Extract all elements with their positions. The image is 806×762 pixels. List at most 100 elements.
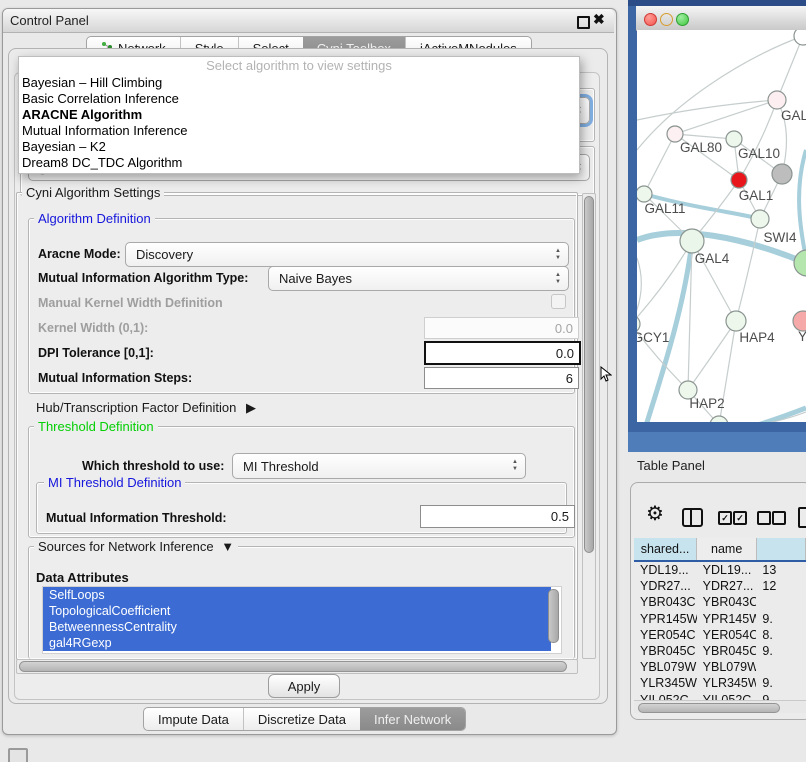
table-cell: 12 xyxy=(756,579,806,593)
network-node-swi4[interactable] xyxy=(751,210,769,228)
table-cell: YER054C xyxy=(697,628,757,642)
dropdown-item[interactable]: Dream8 DC_TDC Algorithm xyxy=(19,155,579,171)
table-cell: YPR145W xyxy=(634,612,697,626)
dropdown-item[interactable]: Bayesian – K2 xyxy=(19,139,579,155)
mi-type-combobox[interactable]: Naive Bayes ▲▼ xyxy=(268,266,569,291)
algorithm-definition-title: Algorithm Definition xyxy=(34,212,155,225)
table-panel-title: Table Panel xyxy=(637,458,705,473)
unchecked-checkbox-icon[interactable] xyxy=(757,511,771,525)
dpi-tolerance-label: DPI Tolerance [0,1]: xyxy=(38,346,154,360)
attribute-list-item[interactable]: gal4RGexp xyxy=(43,635,551,651)
table-cell: YDR27... xyxy=(697,579,757,593)
combo-arrows-icon: ▲▼ xyxy=(548,272,568,286)
table-cell: 8. xyxy=(756,628,806,642)
split-columns-icon[interactable] xyxy=(682,508,703,527)
table-cell: 9. xyxy=(756,676,806,690)
table-cell: 9. xyxy=(756,644,806,658)
settings-horizontal-scrollbar-thumb[interactable] xyxy=(19,661,567,672)
network-node-label: GCY1 xyxy=(633,330,670,345)
which-threshold-combobox[interactable]: MI Threshold ▲▼ xyxy=(232,453,526,479)
table-row[interactable]: YPR145WYPR145W9. xyxy=(634,611,806,627)
minimized-panel-icon[interactable] xyxy=(8,748,28,762)
network-node-label: GAL1 xyxy=(739,188,774,203)
network-node-gal10[interactable] xyxy=(726,131,742,147)
algorithm-dropdown-prompt: Select algorithm to view settings xyxy=(19,57,579,75)
network-node-gal4[interactable] xyxy=(680,229,704,253)
close-window-icon[interactable]: ✖ xyxy=(593,11,605,28)
attribute-list-item[interactable]: BetweennessCentrality xyxy=(43,619,551,635)
unchecked-checkbox-icon[interactable] xyxy=(772,511,786,525)
algorithm-dropdown-items: Bayesian – Hill ClimbingBasic Correlatio… xyxy=(19,75,579,171)
table-column-header[interactable] xyxy=(757,538,806,560)
dropdown-item[interactable]: ARACNE Algorithm xyxy=(19,107,579,123)
gear-icon[interactable]: ⚙ xyxy=(646,504,664,524)
table-column-header[interactable]: name xyxy=(697,538,757,560)
settings-vertical-scrollbar[interactable] xyxy=(582,193,596,659)
threshold-definition-title: Threshold Definition xyxy=(34,420,158,433)
mi-threshold-field[interactable]: 0.5 xyxy=(420,505,575,528)
network-node-hap4[interactable] xyxy=(726,311,746,331)
table-horizontal-scrollbar-thumb[interactable] xyxy=(638,703,780,713)
network-node-gal1[interactable] xyxy=(731,172,747,188)
attribute-list-item[interactable]: TopologicalCoefficient xyxy=(43,603,551,619)
dropdown-item[interactable]: Bayesian – Hill Climbing xyxy=(19,75,579,91)
attributes-list-scrollbar-thumb[interactable] xyxy=(548,589,559,643)
apply-button[interactable]: Apply xyxy=(268,674,340,698)
mi-steps-field[interactable]: 6 xyxy=(424,367,579,389)
subtab-impute-data[interactable]: Impute Data xyxy=(144,708,243,730)
network-node[interactable] xyxy=(772,164,792,184)
table-cell: YBL079W xyxy=(634,660,697,674)
table-row[interactable]: YLR345WYLR345W9. xyxy=(634,675,806,691)
network-canvas[interactable]: GAL7GAL80GAL10GAL1GAL11SWI4GAL4GCY1HAP4Y… xyxy=(628,0,806,432)
restore-window-icon[interactable] xyxy=(577,16,590,29)
table-cell: YBR043C xyxy=(634,595,697,609)
table-row[interactable]: YBR043CYBR043C xyxy=(634,594,806,610)
table-cell: YBR045C xyxy=(697,644,757,658)
hub-definition-expander[interactable]: Hub/Transcription Factor Definition ▶ xyxy=(36,400,256,416)
network-node[interactable] xyxy=(710,416,728,432)
network-node-label: HAP2 xyxy=(689,396,724,411)
dropdown-item[interactable]: Mutual Information Inference xyxy=(19,123,579,139)
aracne-mode-value: Discovery xyxy=(126,247,548,262)
control-panel-titlebar[interactable] xyxy=(3,9,614,33)
network-node-gal7[interactable] xyxy=(768,91,786,109)
table-column-header[interactable]: shared... xyxy=(634,538,697,560)
aracne-mode-combobox[interactable]: Discovery ▲▼ xyxy=(125,242,569,267)
table-row[interactable]: YBR045CYBR045C9. xyxy=(634,643,806,659)
network-node[interactable] xyxy=(794,27,806,45)
node-table[interactable]: shared...name YDL19...YDL19...13YDR27...… xyxy=(634,538,806,712)
table-cell: YDL19... xyxy=(634,563,697,577)
network-node-gal11[interactable] xyxy=(636,186,652,202)
manual-kernel-checkbox[interactable] xyxy=(551,294,566,309)
settings-vertical-scrollbar-thumb[interactable] xyxy=(584,196,594,553)
settings-horizontal-scrollbar[interactable] xyxy=(16,659,578,674)
mi-threshold-label: Mutual Information Threshold: xyxy=(46,511,227,525)
dpi-tolerance-field[interactable]: 0.0 xyxy=(424,341,581,365)
table-row[interactable]: YBL079WYBL079W xyxy=(634,659,806,675)
table-header-row: shared...name xyxy=(634,538,806,562)
file-icon[interactable] xyxy=(798,507,806,528)
table-row[interactable]: YDL19...YDL19...13 xyxy=(634,562,806,578)
table-row[interactable]: YER054CYER054C8. xyxy=(634,627,806,643)
network-node-label: GAL7 xyxy=(781,108,806,123)
sources-group-title[interactable]: Sources for Network Inference ▼ xyxy=(34,540,238,553)
algorithm-dropdown-popup: Select algorithm to view settings Bayesi… xyxy=(18,56,580,174)
dropdown-item[interactable]: Basic Correlation Inference xyxy=(19,91,579,107)
kernel-width-field[interactable]: 0.0 xyxy=(424,317,579,339)
table-horizontal-scrollbar[interactable] xyxy=(634,700,806,713)
subtab-discretize-data[interactable]: Discretize Data xyxy=(243,708,360,730)
table-cell: YBR045C xyxy=(634,644,697,658)
combo-arrows-icon: ▲▼ xyxy=(548,248,568,262)
infer-network-tabs: Impute Data Discretize Data Infer Network xyxy=(143,707,466,731)
tab-label: Infer Network xyxy=(374,712,451,727)
network-node-label: GAL4 xyxy=(695,251,730,266)
attribute-list-item[interactable]: SelfLoops xyxy=(43,587,551,603)
checked-checkbox-icon[interactable]: ✓ xyxy=(733,511,747,525)
subtab-infer-network[interactable]: Infer Network xyxy=(360,708,465,730)
tab-label: Impute Data xyxy=(158,712,229,727)
data-attributes-list[interactable]: SelfLoopsTopologicalCoefficientBetweenne… xyxy=(42,586,562,654)
table-row[interactable]: YDR27...YDR27...12 xyxy=(634,578,806,594)
application-root: Control Panel ✖ NetworkStyleSelectCyni T… xyxy=(0,0,806,762)
checked-checkbox-icon[interactable]: ✓ xyxy=(718,511,732,525)
network-node-label: GAL80 xyxy=(680,140,722,155)
